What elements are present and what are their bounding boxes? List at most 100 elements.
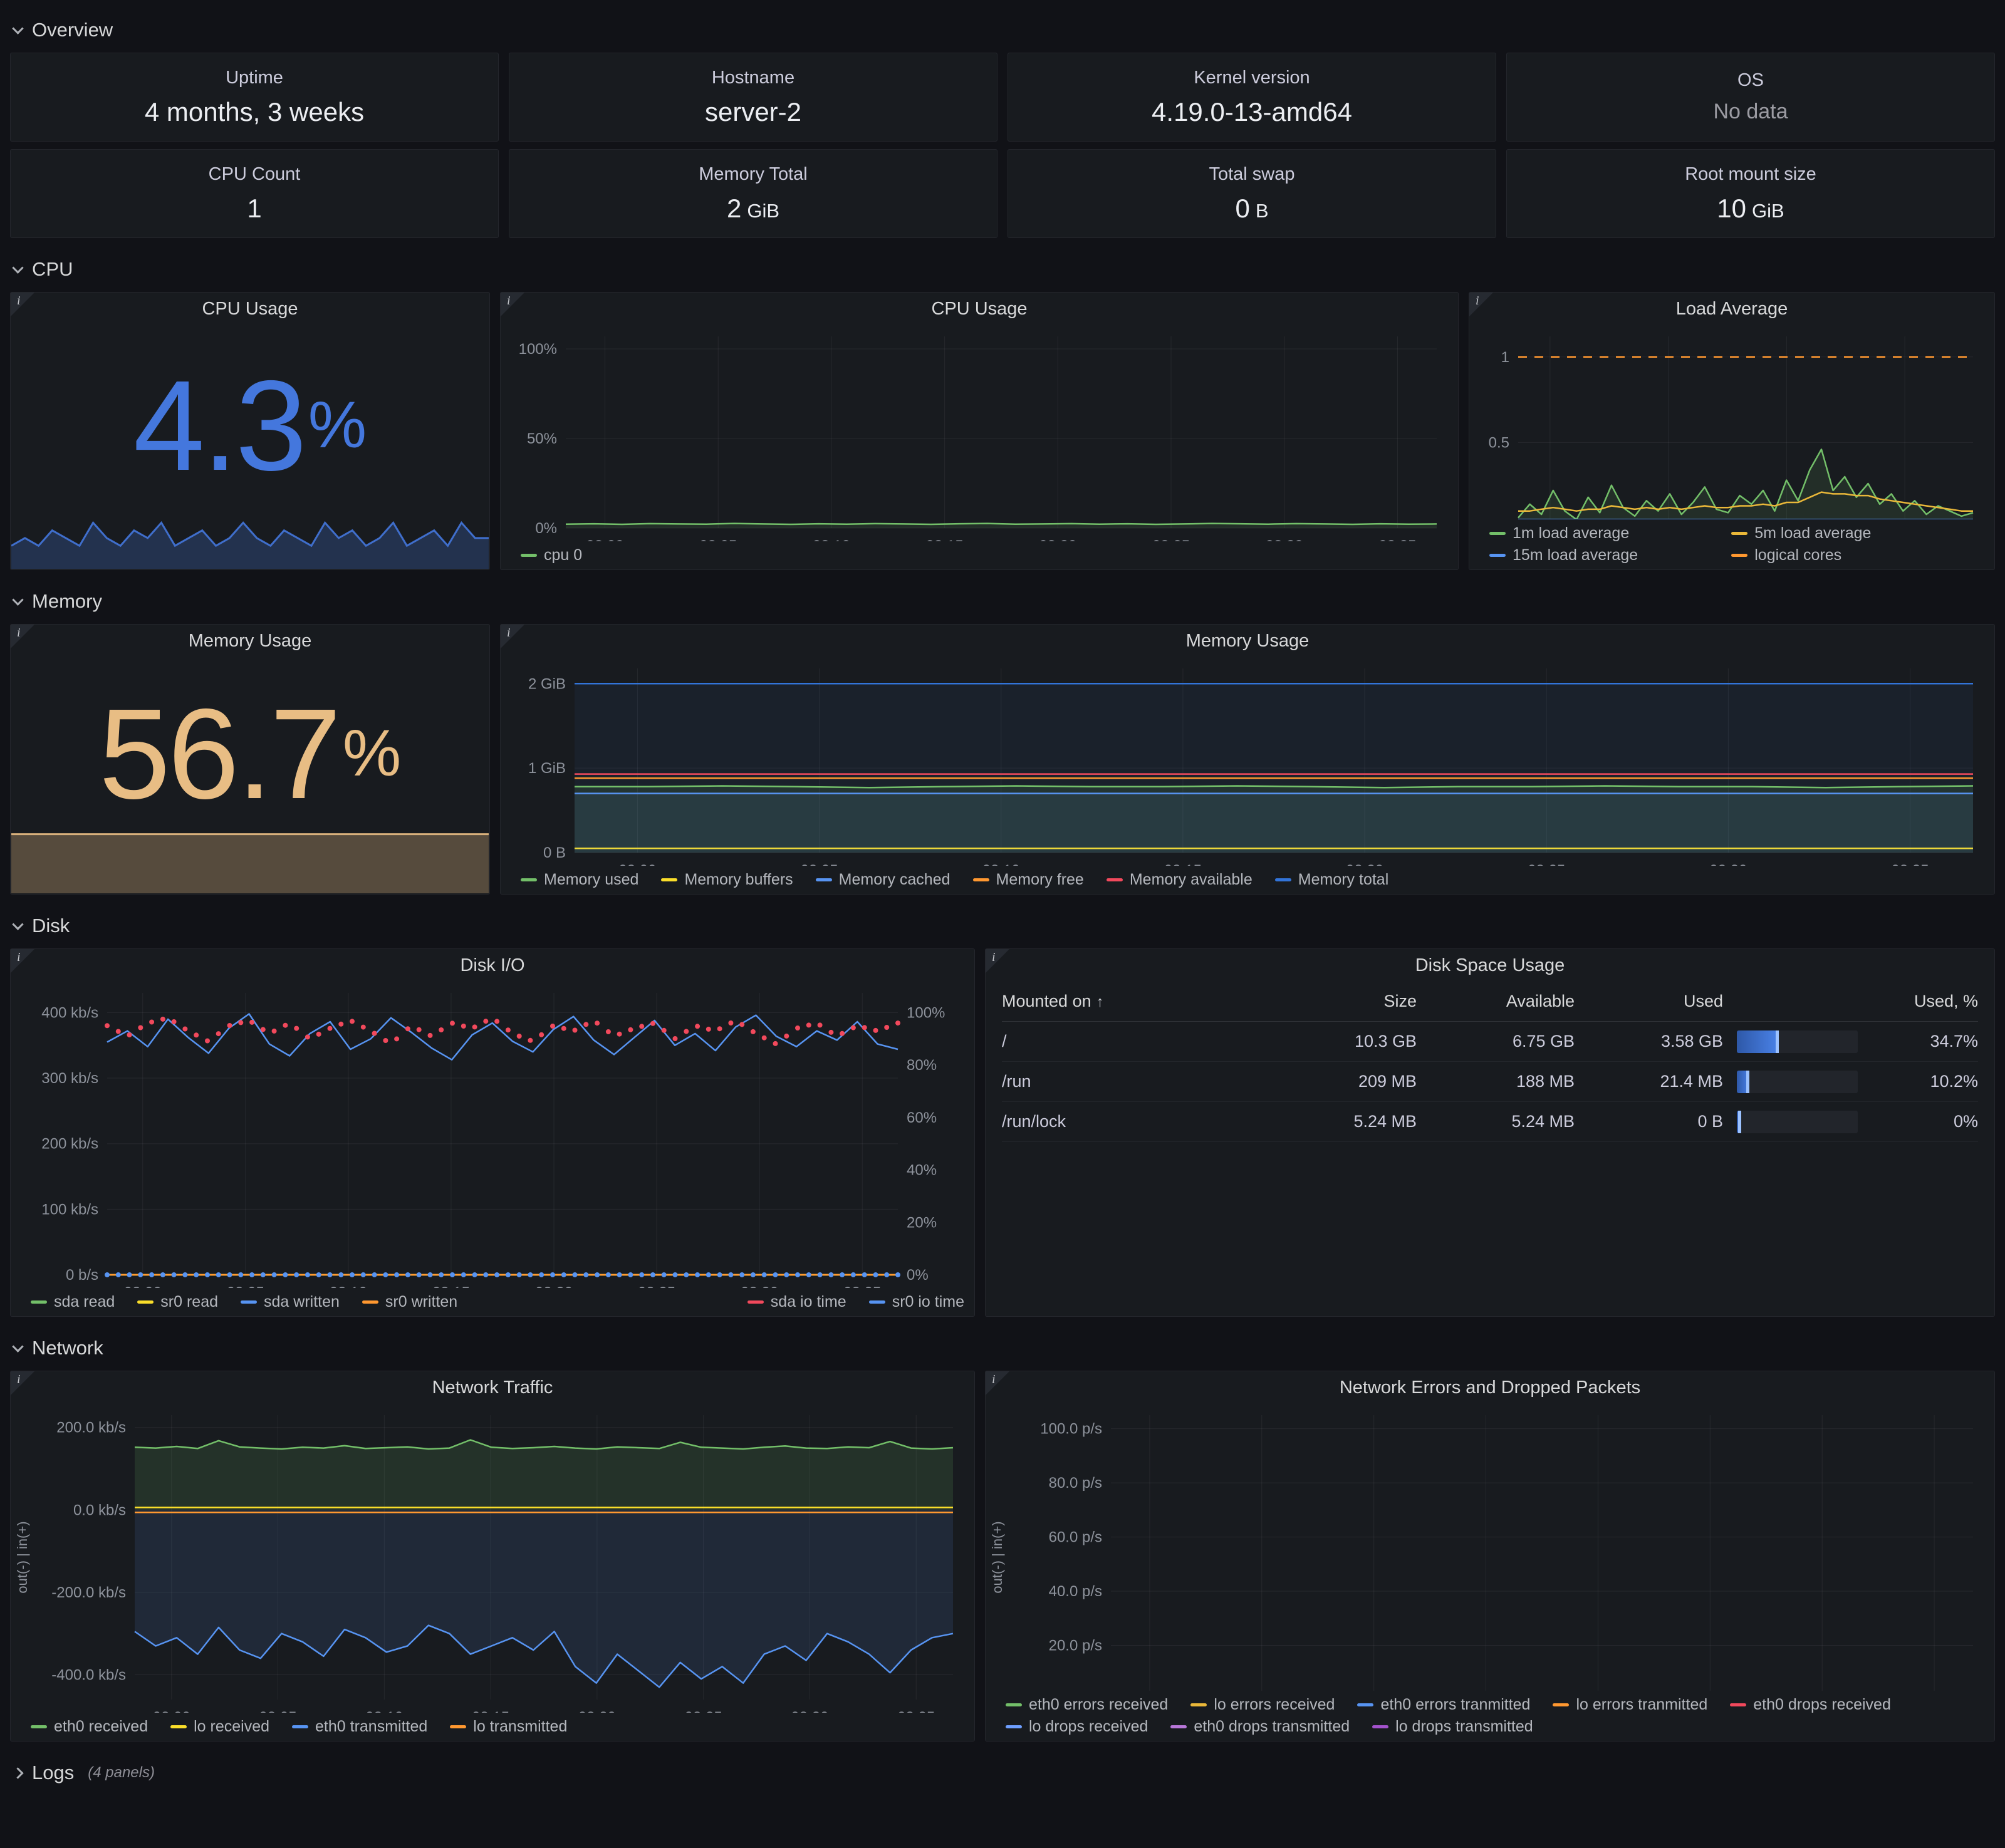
panel-cpu-usage-chart: i CPU Usage 08:0008:0508:1008:1508:2008:… — [500, 292, 1459, 570]
available-cell: 5.24 MB — [1430, 1112, 1575, 1131]
section-header-disk[interactable]: Disk — [14, 911, 1995, 941]
legend-item[interactable]: eth0 transmitted — [292, 1718, 427, 1736]
legend-item[interactable]: sda written — [241, 1293, 340, 1311]
load-average-timeseries[interactable]: 08:0008:1008:2008:3000.51 — [1469, 325, 1994, 519]
legend-item[interactable]: sda io time — [747, 1293, 846, 1311]
svg-text:100%: 100% — [519, 341, 557, 358]
legend-item[interactable]: Memory available — [1107, 871, 1252, 889]
panel-info-icon[interactable] — [11, 625, 34, 648]
col-header-used-pct[interactable]: Used, % — [1872, 992, 1978, 1011]
legend-item[interactable]: Memory total — [1275, 871, 1388, 889]
legend-series-marker — [1489, 532, 1506, 535]
panel-info-icon[interactable] — [501, 293, 524, 316]
panel-info-icon[interactable] — [986, 1371, 1009, 1395]
panel-title[interactable]: Network Errors and Dropped Packets — [986, 1371, 1994, 1404]
legend-item[interactable]: eth0 received — [31, 1718, 148, 1736]
stat-value: server-2 — [705, 97, 801, 127]
legend-item[interactable]: 1m load average — [1489, 524, 1709, 542]
stat-title: Uptime — [226, 68, 283, 88]
stat-panel-cpu-count[interactable]: CPU Count 1 — [10, 149, 499, 238]
table-row[interactable]: /run/lock 5.24 MB 5.24 MB 0 B 0% — [1002, 1102, 1978, 1142]
panel-info-icon[interactable] — [1469, 293, 1493, 316]
legend-item[interactable]: lo drops transmitted — [1372, 1718, 1533, 1736]
panel-title[interactable]: Memory Usage — [501, 625, 1994, 657]
legend-item[interactable]: lo errors tranmitted — [1553, 1696, 1707, 1714]
legend-item[interactable]: sr0 read — [137, 1293, 218, 1311]
legend-series-marker — [1190, 1703, 1207, 1706]
col-header-available[interactable]: Available — [1430, 992, 1575, 1011]
col-header-size[interactable]: Size — [1291, 992, 1417, 1011]
stat-value: 4 months, 3 weeks — [145, 97, 364, 127]
table-row[interactable]: /run 209 MB 188 MB 21.4 MB 10.2% — [1002, 1062, 1978, 1102]
panel-title[interactable]: Network Traffic — [11, 1371, 974, 1404]
col-header-used[interactable]: Used — [1588, 992, 1723, 1011]
stat-unit: B — [1256, 200, 1269, 222]
legend-item[interactable]: Memory buffers — [661, 871, 793, 889]
legend-item[interactable]: eth0 errors received — [1006, 1696, 1168, 1714]
stat-panel-root-mount-size[interactable]: Root mount size 10GiB — [1506, 149, 1995, 238]
stat-unit: GiB — [1752, 200, 1784, 222]
section-header-overview[interactable]: Overview — [14, 15, 1995, 45]
legend-item[interactable]: eth0 drops transmitted — [1170, 1718, 1350, 1736]
stat-panel-os[interactable]: OS No data — [1506, 53, 1995, 142]
legend-item[interactable]: Memory used — [521, 871, 638, 889]
panel-network-traffic: i Network Traffic 08:0008:0508:1008:1508… — [10, 1371, 975, 1742]
size-cell: 10.3 GB — [1291, 1032, 1417, 1051]
legend-item[interactable]: lo transmitted — [450, 1718, 567, 1736]
legend-item[interactable]: lo errors received — [1190, 1696, 1335, 1714]
stat-panel-memory-total[interactable]: Memory Total 2GiB — [509, 149, 997, 238]
panel-title[interactable]: Disk Space Usage — [986, 949, 1994, 982]
stat-title: CPU Count — [209, 164, 301, 185]
legend-item[interactable]: eth0 drops received — [1730, 1696, 1891, 1714]
panel-info-icon[interactable] — [11, 949, 34, 973]
stat-panel-uptime[interactable]: Uptime 4 months, 3 weeks — [10, 53, 499, 142]
col-header-mounted-on[interactable]: Mounted on↑ — [1002, 992, 1278, 1011]
legend-item[interactable]: 5m load average — [1731, 524, 1950, 542]
table-row[interactable]: / 10.3 GB 6.75 GB 3.58 GB 34.7% — [1002, 1022, 1978, 1062]
section-header-memory[interactable]: Memory — [14, 586, 1995, 616]
legend-item[interactable]: sr0 written — [362, 1293, 457, 1311]
mount-cell: /run — [1002, 1072, 1278, 1091]
legend-item[interactable]: lo drops received — [1006, 1718, 1148, 1736]
svg-text:60%: 60% — [907, 1109, 937, 1126]
panel-title[interactable]: CPU Usage — [501, 293, 1458, 325]
panel-info-icon[interactable] — [501, 625, 524, 648]
sort-asc-icon: ↑ — [1096, 994, 1104, 1010]
svg-text:400 kb/s: 400 kb/s — [41, 1004, 98, 1021]
section-header-cpu[interactable]: CPU — [14, 254, 1995, 284]
legend-item[interactable]: sr0 io time — [869, 1293, 964, 1311]
stat-panel-hostname[interactable]: Hostname server-2 — [509, 53, 997, 142]
svg-text:200 kb/s: 200 kb/s — [41, 1136, 98, 1153]
used-pct-gauge — [1737, 1030, 1858, 1053]
panel-title[interactable]: Load Average — [1469, 293, 1994, 325]
legend-item[interactable]: Memory cached — [816, 871, 950, 889]
network-traffic-timeseries[interactable]: 08:0008:0508:1008:1508:2008:2508:3008:35… — [11, 1404, 974, 1713]
legend-item[interactable]: logical cores — [1731, 546, 1950, 564]
cpu-usage-timeseries[interactable]: 08:0008:0508:1008:1508:2008:2508:3008:35… — [501, 325, 1458, 541]
svg-text:1: 1 — [1501, 349, 1509, 366]
panel-info-icon[interactable] — [11, 1371, 34, 1395]
big-stat-value: 56.7 % — [11, 657, 489, 894]
disk-io-timeseries[interactable]: 08:0008:0508:1008:1508:2008:2508:3008:35… — [11, 982, 974, 1288]
memory-usage-timeseries[interactable]: 08:0008:0508:1008:1508:2008:2508:3008:35… — [501, 657, 1994, 866]
legend-item[interactable]: cpu 0 — [521, 546, 582, 564]
stat-panel-total-swap[interactable]: Total swap 0B — [1008, 149, 1496, 238]
stat-value: 10 — [1717, 194, 1746, 224]
legend-series-marker — [450, 1725, 466, 1728]
legend-item[interactable]: 15m load average — [1489, 546, 1709, 564]
section-title: Logs — [32, 1762, 74, 1784]
svg-text:50%: 50% — [527, 430, 557, 447]
section-header-network[interactable]: Network — [14, 1333, 1995, 1363]
legend-item[interactable]: sda read — [31, 1293, 115, 1311]
legend-item[interactable]: Memory free — [973, 871, 1084, 889]
panel-info-icon[interactable] — [986, 949, 1009, 973]
panel-info-icon[interactable] — [11, 293, 34, 316]
panel-title[interactable]: Memory Usage — [11, 625, 489, 657]
network-errors-timeseries[interactable]: 08:0008:0508:1008:1508:2008:2508:3008:35… — [986, 1404, 1994, 1691]
panel-title[interactable]: CPU Usage — [11, 293, 489, 325]
stat-panel-kernel-version[interactable]: Kernel version 4.19.0-13-amd64 — [1008, 53, 1496, 142]
panel-title[interactable]: Disk I/O — [11, 949, 974, 982]
legend-item[interactable]: eth0 errors tranmitted — [1357, 1696, 1530, 1714]
legend-item[interactable]: lo received — [170, 1718, 269, 1736]
section-header-logs[interactable]: Logs (4 panels) — [14, 1758, 1995, 1788]
